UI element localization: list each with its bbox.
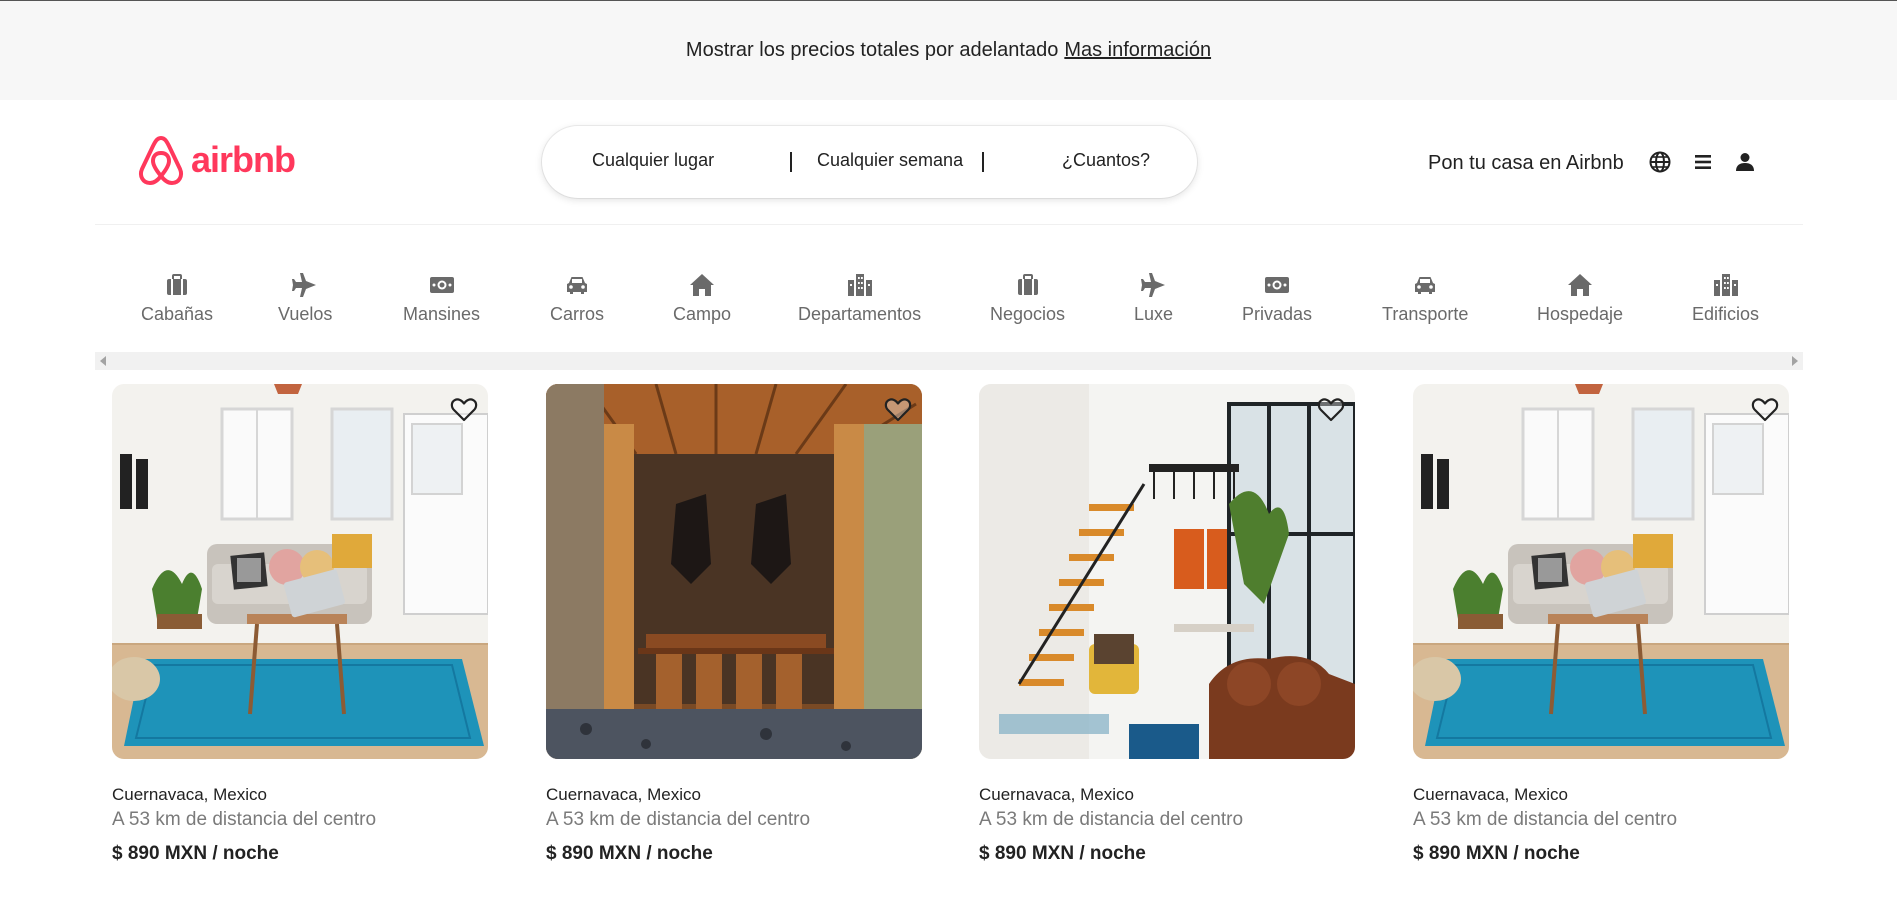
car-icon bbox=[567, 277, 587, 294]
scroll-left-arrow-icon[interactable] bbox=[100, 356, 106, 366]
category-label: Negocios bbox=[990, 304, 1066, 324]
category-mansines[interactable]: Mansines bbox=[403, 272, 480, 325]
listing-location: Cuernavaca, Mexico bbox=[112, 785, 267, 804]
menu-icon[interactable] bbox=[1691, 150, 1715, 174]
category-label: Departamentos bbox=[798, 304, 922, 324]
category-carros[interactable]: Carros bbox=[550, 272, 604, 325]
money-icon bbox=[429, 277, 454, 293]
listing-card[interactable]: Cuernavaca, Mexico A 53 km de distancia … bbox=[979, 384, 1355, 865]
listing-distance: A 53 km de distancia del centro bbox=[1413, 809, 1678, 830]
living-room-photo bbox=[1413, 384, 1789, 759]
category-label: Carros bbox=[550, 304, 605, 324]
listing-location: Cuernavaca, Mexico bbox=[979, 785, 1134, 804]
header: airbnb Cualquier lugar Cualquier semana … bbox=[0, 100, 1897, 225]
listing-price: $ 890 MXN / noche bbox=[546, 843, 713, 864]
listing-photo[interactable] bbox=[112, 384, 488, 759]
scroll-right-arrow-icon[interactable] bbox=[1792, 356, 1798, 366]
listing-distance: A 53 km de distancia del centro bbox=[112, 809, 377, 830]
logo-text: airbnb bbox=[191, 139, 296, 180]
listing-card[interactable]: Cuernavaca, Mexico A 53 km de distancia … bbox=[546, 384, 922, 865]
category-bar: Cabañas Vuelos Mansines Carros Campo Dep… bbox=[95, 262, 1803, 352]
header-divider bbox=[95, 224, 1803, 225]
plane-icon bbox=[1140, 273, 1165, 297]
category-scrollbar[interactable] bbox=[95, 352, 1803, 370]
listing-price: $ 890 MXN / noche bbox=[979, 843, 1146, 864]
search-place[interactable]: Cualquier lugar bbox=[592, 150, 714, 171]
living-room-photo bbox=[112, 384, 488, 759]
heart-icon[interactable] bbox=[1751, 396, 1779, 424]
house-icon bbox=[1568, 274, 1593, 296]
category-transporte[interactable]: Transporte bbox=[1382, 272, 1468, 325]
listing-card[interactable]: Cuernavaca, Mexico A 53 km de distancia … bbox=[1413, 384, 1789, 865]
category-label: Vuelos bbox=[278, 304, 333, 324]
dining-room-photo bbox=[546, 384, 922, 759]
listing-photo[interactable] bbox=[1413, 384, 1789, 759]
banner-text: Mostrar los precios totales por adelanta… bbox=[685, 39, 1059, 61]
user-icon[interactable] bbox=[1733, 150, 1757, 174]
buildings-icon bbox=[847, 274, 872, 296]
money-icon bbox=[1265, 277, 1290, 293]
listing-distance: A 53 km de distancia del centro bbox=[979, 809, 1244, 830]
category-hospedaje[interactable]: Hospedaje bbox=[1537, 272, 1623, 325]
search-divider bbox=[790, 152, 792, 172]
listing-distance: A 53 km de distancia del centro bbox=[546, 809, 811, 830]
category-privadas[interactable]: Privadas bbox=[1242, 272, 1312, 325]
listing-photo[interactable] bbox=[979, 384, 1355, 759]
car-icon bbox=[1415, 277, 1436, 294]
airbnb-logo-icon bbox=[139, 136, 183, 185]
host-link[interactable]: Pon tu casa en Airbnb bbox=[1428, 152, 1624, 175]
category-label: Privadas bbox=[1242, 304, 1313, 324]
buildings-icon bbox=[1713, 274, 1738, 296]
price-banner: Mostrar los precios totales por adelanta… bbox=[0, 0, 1897, 100]
listing-card[interactable]: Cuernavaca, Mexico A 53 km de distancia … bbox=[112, 384, 488, 865]
category-campo[interactable]: Campo bbox=[673, 272, 731, 325]
plane-icon bbox=[292, 273, 317, 297]
category-vuelos[interactable]: Vuelos bbox=[278, 272, 332, 325]
logo[interactable]: airbnb bbox=[137, 134, 296, 186]
category-departamentos[interactable]: Departamentos bbox=[798, 272, 921, 325]
search-guests[interactable]: ¿Cuantos? bbox=[1062, 150, 1150, 171]
listing-location: Cuernavaca, Mexico bbox=[1413, 785, 1568, 804]
listing-photo[interactable] bbox=[546, 384, 922, 759]
category-label: Mansines bbox=[403, 304, 481, 324]
category-label: Transporte bbox=[1382, 304, 1469, 324]
category-luxe[interactable]: Luxe bbox=[1134, 272, 1173, 325]
briefcase-icon bbox=[167, 274, 188, 295]
category-label: Edificios bbox=[1692, 304, 1760, 324]
listing-price: $ 890 MXN / noche bbox=[112, 843, 279, 864]
category-label: Luxe bbox=[1134, 304, 1174, 324]
category-edificios[interactable]: Edificios bbox=[1692, 272, 1759, 325]
house-icon bbox=[690, 274, 715, 296]
staircase-loft-photo bbox=[979, 384, 1355, 759]
briefcase-icon bbox=[1017, 274, 1038, 295]
heart-icon[interactable] bbox=[450, 396, 478, 424]
search-week[interactable]: Cualquier semana bbox=[817, 150, 963, 171]
category-label: Hospedaje bbox=[1537, 304, 1624, 324]
category-label: Cabañas bbox=[141, 304, 214, 324]
more-info-link[interactable]: Mas información bbox=[1064, 39, 1211, 62]
listing-price: $ 890 MXN / noche bbox=[1413, 843, 1580, 864]
search-divider bbox=[982, 152, 984, 172]
category-negocios[interactable]: Negocios bbox=[990, 272, 1065, 325]
listing-location: Cuernavaca, Mexico bbox=[546, 785, 701, 804]
heart-icon[interactable] bbox=[884, 396, 912, 424]
globe-icon[interactable] bbox=[1648, 150, 1672, 174]
category-cabanas[interactable]: Cabañas bbox=[141, 272, 213, 325]
search-bar[interactable]: Cualquier lugar Cualquier semana ¿Cuanto… bbox=[542, 126, 1197, 198]
heart-icon[interactable] bbox=[1317, 396, 1345, 424]
category-label: Campo bbox=[673, 304, 732, 324]
